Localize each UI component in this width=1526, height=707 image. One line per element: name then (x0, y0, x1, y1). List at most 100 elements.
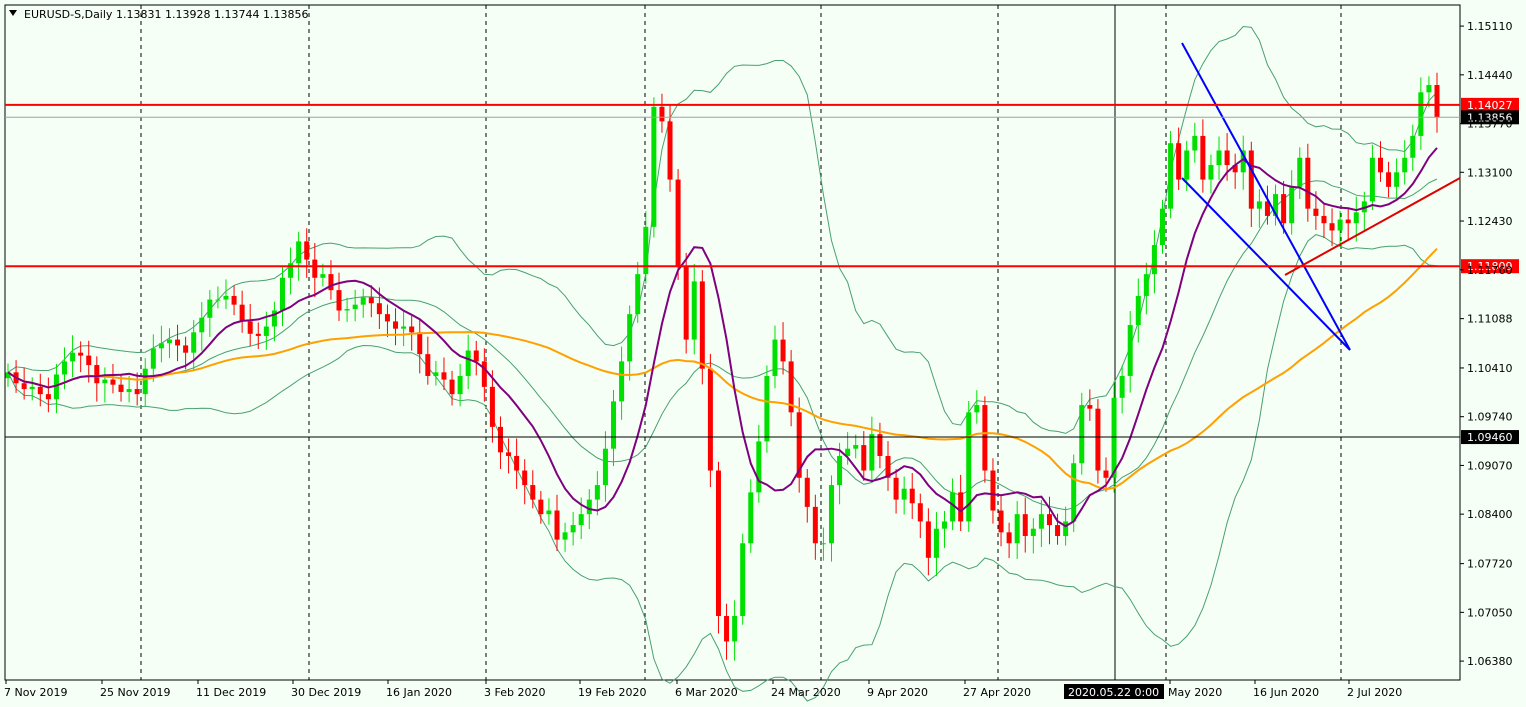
candle-body (304, 241, 310, 260)
candle-body (62, 361, 68, 375)
candle-body (344, 309, 350, 311)
candle-body (748, 492, 754, 544)
candle-body (853, 445, 859, 449)
candle-body (1418, 92, 1424, 136)
candle-body (1345, 219, 1351, 224)
candle-body (441, 372, 447, 380)
candle-body (1071, 463, 1077, 522)
candle-body (279, 277, 285, 311)
x-tick-label: 3 Feb 2020 (484, 686, 545, 699)
x-tick-label: 25 Nov 2019 (100, 686, 170, 699)
x-tick-label: 19 Feb 2020 (578, 686, 646, 699)
y-tick-label: 1.09740 (1467, 411, 1513, 424)
candle-body (667, 121, 673, 180)
candle-body (732, 615, 738, 642)
candle-body (635, 274, 641, 315)
candle-body (336, 290, 342, 311)
candle-body (699, 281, 705, 369)
candle-body (619, 361, 625, 402)
candle-body (1305, 157, 1311, 209)
candle-body (1386, 172, 1392, 187)
candle-body (820, 543, 826, 545)
candle-body (425, 354, 431, 376)
candle-body (715, 470, 721, 616)
y-tick-label: 1.06380 (1467, 655, 1513, 668)
candle-body (368, 297, 374, 304)
candle-body (45, 394, 51, 400)
candle-body (489, 386, 495, 427)
candle-body (223, 295, 229, 300)
chart-canvas[interactable]: 1.140271.118091.094601.13856 1.151101.14… (0, 0, 1526, 707)
candle-body (255, 333, 261, 336)
candle-body (1160, 208, 1166, 246)
candle-body (1143, 274, 1149, 296)
candle-body (175, 339, 181, 346)
candle-body (191, 332, 197, 353)
x-tick-label: 6 Mar 2020 (675, 686, 738, 699)
candle-body (1353, 212, 1359, 224)
candle-body (1127, 325, 1133, 376)
candle-body (1402, 157, 1408, 173)
candle-body (1321, 215, 1327, 224)
candle-body (134, 389, 140, 395)
candle-body (166, 339, 172, 344)
candle-body (578, 514, 584, 526)
candle-body (1410, 135, 1416, 158)
candle-body (514, 455, 520, 471)
candle-body (562, 532, 568, 540)
y-tick-label: 1.15110 (1467, 20, 1513, 33)
candle-body (812, 506, 818, 544)
candle-body (522, 470, 528, 486)
candle-body (1337, 219, 1343, 231)
candle-body (837, 455, 843, 486)
candle-body (1111, 397, 1117, 478)
candle-body (231, 295, 237, 305)
candle-body (1256, 201, 1262, 209)
ohlc-values: 1.13831 1.13928 1.13744 1.13856 (116, 8, 308, 21)
candle-body (974, 405, 980, 413)
candle-body (1208, 165, 1214, 180)
candle-body (756, 441, 762, 493)
price-level-value: 1.14027 (1467, 99, 1513, 112)
candle-body (215, 299, 221, 301)
candle-body (990, 470, 996, 511)
candle-body (1119, 375, 1125, 398)
candle-body (1103, 470, 1109, 478)
candle-body (433, 372, 439, 376)
candle-body (538, 499, 544, 515)
y-tick-label: 1.11088 (1467, 313, 1513, 326)
candle-body (724, 615, 730, 642)
candle-body (1434, 85, 1440, 118)
candle-body (352, 304, 358, 310)
candle-body (1224, 150, 1230, 166)
candle-body (497, 426, 503, 453)
candle-body (828, 485, 834, 544)
candle-body (586, 499, 592, 515)
candle-body (401, 326, 407, 329)
candle-body (1030, 528, 1036, 536)
candle-body (869, 434, 875, 471)
candle-body (296, 241, 302, 264)
candle-body (1216, 150, 1222, 166)
candle-body (1192, 135, 1198, 151)
candle-body (1046, 514, 1052, 526)
candle-body (764, 375, 770, 442)
candle-body (312, 259, 318, 278)
candle-body (126, 389, 132, 392)
candle-body (384, 314, 390, 322)
candle-body (110, 379, 116, 385)
y-tick-label: 1.09070 (1467, 459, 1513, 472)
x-tick-label: 9 Apr 2020 (867, 686, 928, 699)
candle-body (1079, 405, 1085, 464)
candle-body (683, 266, 689, 340)
x-tick-label: May 2020 (1168, 686, 1222, 699)
candle-body (651, 106, 657, 227)
candle-body (481, 361, 487, 387)
candle-body (158, 343, 164, 349)
candle-body (457, 375, 463, 395)
candle-body (1038, 514, 1044, 529)
candle-body (263, 326, 269, 336)
candle-body (780, 339, 786, 362)
candle-body (1289, 186, 1295, 224)
x-tick-label: 16 Jun 2020 (1253, 686, 1319, 699)
